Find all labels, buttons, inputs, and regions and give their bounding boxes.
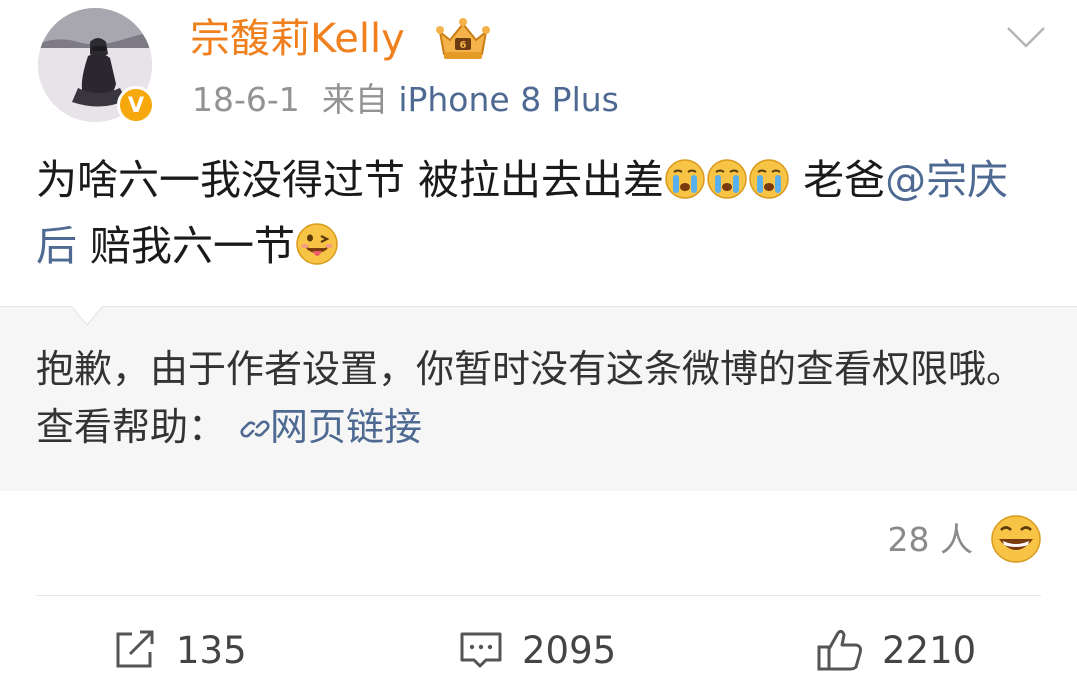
link-icon[interactable] [240, 402, 270, 460]
web-link[interactable]: 网页链接 [270, 405, 422, 449]
notice-message: 抱歉，由于作者设置，你暂时没有这条微博的查看权限哦。查看帮助： [36, 347, 1025, 449]
crying-emoji [748, 156, 790, 216]
reaction-count[interactable]: 28 人 [888, 516, 973, 564]
notice-text: 抱歉，由于作者设置，你暂时没有这条微博的查看权限哦。查看帮助： 网页链接 [36, 340, 1051, 460]
repost-count: 135 [176, 628, 247, 672]
comment-icon [460, 632, 502, 668]
svg-text:6: 6 [460, 40, 467, 51]
crying-emoji [706, 156, 748, 216]
comment-count: 2095 [522, 628, 617, 672]
repost-icon [116, 630, 154, 668]
crying-emoji [664, 156, 706, 216]
laughing-emoji-icon[interactable] [990, 514, 1042, 564]
source-device[interactable]: iPhone 8 Plus [398, 80, 619, 119]
comment-button[interactable]: 2095 [458, 620, 616, 680]
source-prefix: 来自 [321, 80, 388, 119]
like-count: 2210 [882, 628, 977, 672]
weibo-post-card: V 宗馥莉Kelly 6 18-6-1 来自 iPhone 8 Plus 为啥六一… [0, 0, 1077, 689]
tongue-out-emoji [295, 222, 339, 282]
post-date: 18-6-1 [192, 80, 300, 119]
post-text-part1: 为啥六一我没得过节 被拉出去出差 [36, 156, 665, 204]
repost-button[interactable]: 135 [112, 620, 247, 680]
chevron-down-icon[interactable] [1004, 22, 1048, 52]
like-button[interactable]: 2210 [816, 620, 976, 680]
divider [36, 595, 1041, 596]
post-text-part2: 老爸 [790, 156, 886, 204]
post-text-part3: 赔我六一节 [77, 222, 296, 270]
post-text: 为啥六一我没得过节 被拉出去出差 老爸@宗庆后 赔我六一节 [36, 150, 1046, 282]
crown-icon[interactable]: 6 [434, 16, 492, 62]
thumbs-up-icon [817, 629, 862, 671]
notice-pointer [72, 297, 102, 326]
post-meta: 18-6-1 来自 iPhone 8 Plus [192, 76, 619, 124]
username[interactable]: 宗馥莉Kelly [190, 12, 405, 66]
verified-badge: V [117, 86, 155, 124]
